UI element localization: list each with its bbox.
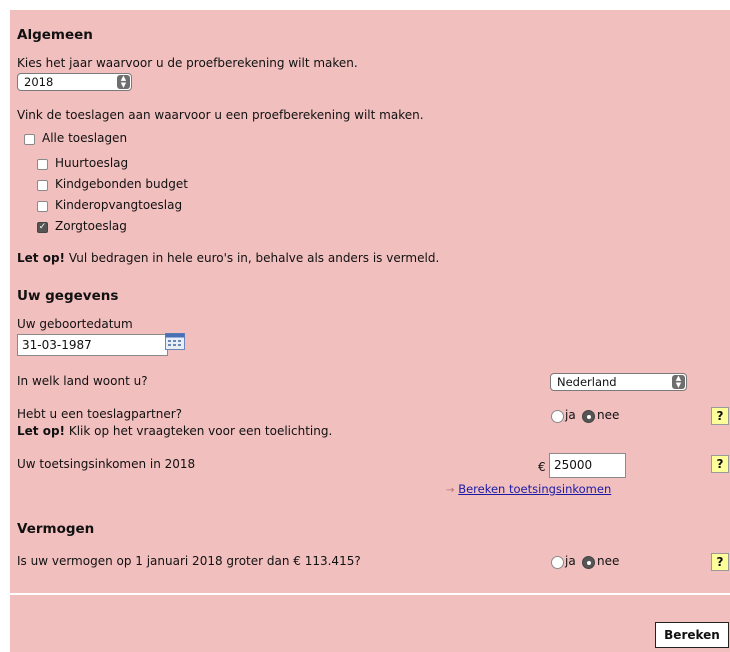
euro-note-text: Vul bedragen in hele euro's in, behalve … <box>65 251 440 265</box>
radio-partner-nee[interactable] <box>582 410 595 423</box>
checkbox-zorgtoeslag[interactable]: ✓ <box>37 222 48 233</box>
label-partner-ja: ja <box>565 408 576 422</box>
label-kindgebonden-budget: Kindgebonden budget <box>55 177 188 191</box>
radio-partner-ja[interactable] <box>551 410 564 423</box>
radio-vermogen-ja[interactable] <box>551 556 564 569</box>
country-question: In welk land woont u? <box>17 374 148 388</box>
checkbox-huurtoeslag[interactable] <box>37 159 48 170</box>
year-prompt: Kies het jaar waarvoor u de proefbereken… <box>17 56 358 70</box>
income-label: Uw toetsingsinkomen in 2018 <box>17 457 196 471</box>
help-income-button[interactable]: ? <box>711 455 729 473</box>
divider <box>10 593 730 595</box>
label-alle-toeslagen: Alle toeslagen <box>42 131 128 145</box>
birthdate-input[interactable]: 31-03-1987 <box>17 334 168 356</box>
checkbox-alle-toeslagen[interactable] <box>24 134 35 145</box>
label-kinderopvangtoeslag: Kinderopvangtoeslag <box>55 198 183 212</box>
label-zorgtoeslag: Zorgtoeslag <box>55 219 127 233</box>
country-select-value: Nederland <box>557 375 617 389</box>
label-vermogen-nee: nee <box>597 554 620 568</box>
birthdate-value: 31-03-1987 <box>22 338 92 352</box>
section-heading-gegevens: Uw gegevens <box>17 288 119 304</box>
bereken-button[interactable]: Bereken <box>655 622 729 648</box>
vermogen-question: Is uw vermogen op 1 januari 2018 groter … <box>17 554 361 568</box>
toeslagen-prompt: Vink de toeslagen aan waarvoor u een pro… <box>17 108 424 122</box>
partner-note: Let op! Klik op het vraagteken voor een … <box>17 424 332 438</box>
form-panel: Algemeen Kies het jaar waarvoor u de pro… <box>10 10 730 652</box>
year-select[interactable]: 2018 ▲ ▼ <box>17 73 132 91</box>
birthdate-label: Uw geboortedatum <box>17 317 133 331</box>
radio-vermogen-nee[interactable] <box>582 556 595 569</box>
section-heading-vermogen: Vermogen <box>17 521 95 537</box>
label-partner-nee: nee <box>597 408 620 422</box>
chevron-updown-icon: ▲ ▼ <box>117 75 130 89</box>
help-partner-button[interactable]: ? <box>711 407 729 425</box>
income-input[interactable]: 25000 <box>549 453 626 478</box>
checkbox-kinderopvangtoeslag[interactable] <box>37 201 48 212</box>
calendar-icon[interactable] <box>165 333 185 350</box>
arrow-right-icon: → <box>446 485 455 496</box>
help-vermogen-button[interactable]: ? <box>711 553 729 571</box>
partner-note-bold: Let op! <box>17 424 66 438</box>
section-heading-algemeen: Algemeen <box>17 27 93 43</box>
partner-question: Hebt u een toeslagpartner? <box>17 407 183 421</box>
income-value: 25000 <box>554 458 593 472</box>
partner-note-text: Klik op het vraagteken voor een toelicht… <box>65 424 333 438</box>
bereken-toetsingsinkomen-link[interactable]: Bereken toetsingsinkomen <box>458 482 611 496</box>
income-link-row: → Bereken toetsingsinkomen <box>446 482 611 496</box>
euro-note: Let op! Vul bedragen in hele euro's in, … <box>17 251 439 265</box>
chevron-updown-icon: ▲ ▼ <box>672 375 685 389</box>
year-select-value: 2018 <box>24 75 54 89</box>
country-select[interactable]: Nederland ▲ ▼ <box>550 373 687 391</box>
label-huurtoeslag: Huurtoeslag <box>55 156 129 170</box>
euro-note-bold: Let op! <box>17 251 66 265</box>
label-vermogen-ja: ja <box>565 554 576 568</box>
currency-label: € <box>538 460 546 474</box>
checkbox-kindgebonden-budget[interactable] <box>37 180 48 191</box>
